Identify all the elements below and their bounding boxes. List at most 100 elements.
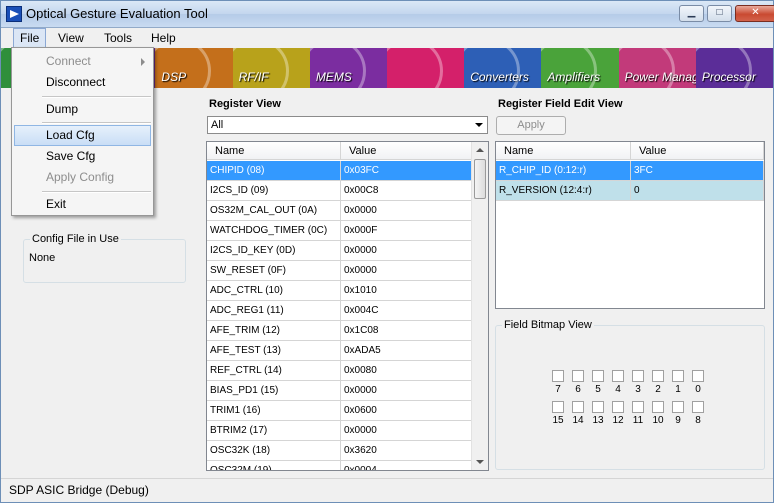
bit-checkbox[interactable] xyxy=(652,370,664,382)
register-row[interactable]: ADC_CTRL (10) 0x1010 xyxy=(207,281,473,301)
register-col-value[interactable]: Value xyxy=(341,142,473,160)
bit-label: 6 xyxy=(575,384,581,395)
register-row[interactable]: AFE_TEST (13) 0xADA5 xyxy=(207,341,473,361)
bit-checkbox[interactable] xyxy=(552,370,564,382)
bit-checkbox[interactable] xyxy=(632,370,644,382)
banner-tile: Converters xyxy=(464,48,542,88)
register-row[interactable]: BTRIM2 (17) 0x0000 xyxy=(207,421,473,441)
file-menu-item-label: Load Cfg xyxy=(46,128,95,142)
close-button[interactable]: ✕ xyxy=(735,5,774,22)
register-value-cell[interactable]: 0x0000 xyxy=(341,381,473,401)
maximize-button[interactable]: □ xyxy=(707,5,732,22)
register-row[interactable]: WATCHDOG_TIMER (0C) 0x000F xyxy=(207,221,473,241)
apply-button[interactable]: Apply xyxy=(496,116,566,135)
file-menu-item-exit[interactable]: Exit xyxy=(14,194,151,215)
field-row[interactable]: R_CHIP_ID (0:12:r) 3FC xyxy=(496,161,764,181)
bit-label: 12 xyxy=(612,415,624,426)
file-menu-item-connect: Connect xyxy=(14,51,151,72)
register-value-cell[interactable]: 0xADA5 xyxy=(341,341,473,361)
bit-checkbox[interactable] xyxy=(652,401,664,413)
register-row[interactable]: OSC32K (18) 0x3620 xyxy=(207,441,473,461)
file-menu-item-disconnect[interactable]: Disconnect xyxy=(14,72,151,93)
register-value-cell[interactable]: 0x0000 xyxy=(341,261,473,281)
register-value-cell[interactable]: 0x0000 xyxy=(341,421,473,441)
register-row[interactable]: AFE_TRIM (12) 0x1C08 xyxy=(207,321,473,341)
menu-tools[interactable]: Tools xyxy=(98,28,138,48)
banner-tile: RF/IF xyxy=(232,48,310,88)
register-value-cell[interactable]: 0x1C08 xyxy=(341,321,473,341)
register-value-cell[interactable]: 0x1010 xyxy=(341,281,473,301)
bit-checkbox[interactable] xyxy=(612,370,624,382)
register-row[interactable]: ADC_REG1 (11) 0x004C xyxy=(207,301,473,321)
title-bar[interactable]: Optical Gesture Evaluation Tool ▁ □ ✕ xyxy=(1,1,774,28)
scroll-up-icon[interactable] xyxy=(476,148,484,152)
minimize-button[interactable]: ▁ xyxy=(679,5,704,22)
bit-checkbox[interactable] xyxy=(572,401,584,413)
register-name-cell: REF_CTRL (14) xyxy=(207,361,341,381)
scroll-down-icon[interactable] xyxy=(476,460,484,464)
field-col-name[interactable]: Name xyxy=(496,142,631,160)
menu-view[interactable]: View xyxy=(52,28,90,48)
register-name-cell: WATCHDOG_TIMER (0C) xyxy=(207,221,341,241)
field-value-cell[interactable]: 3FC xyxy=(631,161,764,181)
bit-checkbox[interactable] xyxy=(552,401,564,413)
register-scrollbar[interactable] xyxy=(471,142,488,470)
bit-checkbox[interactable] xyxy=(632,401,644,413)
register-row[interactable]: I2CS_ID (09) 0x00C8 xyxy=(207,181,473,201)
register-name-cell: OSC32M (19) xyxy=(207,461,341,470)
bit-checkbox[interactable] xyxy=(592,401,604,413)
scroll-thumb[interactable] xyxy=(474,159,486,199)
file-menu-item-label: Save Cfg xyxy=(46,149,96,163)
bit-label: 0 xyxy=(695,384,701,395)
file-menu-item-save-cfg[interactable]: Save Cfg xyxy=(14,146,151,167)
bit-checkbox[interactable] xyxy=(672,370,684,382)
bit-checkbox[interactable] xyxy=(692,370,704,382)
file-menu-item-label: Apply Config xyxy=(46,170,115,184)
banner-tile xyxy=(387,48,465,88)
bit-checkbox[interactable] xyxy=(672,401,684,413)
field-bitmap-group: Field Bitmap View 7 6 5 4 3 2 1 0 15 14 13 12 11 10 9 8 xyxy=(495,319,765,470)
register-value-cell[interactable]: 0x0080 xyxy=(341,361,473,381)
menu-help[interactable]: Help xyxy=(145,28,182,48)
register-value-cell[interactable]: 0x0000 xyxy=(341,201,473,221)
register-row[interactable]: SW_RESET (0F) 0x0000 xyxy=(207,261,473,281)
banner-tile: DSP xyxy=(155,48,233,88)
bit-checkbox[interactable] xyxy=(612,401,624,413)
register-filter-select[interactable]: All xyxy=(207,116,488,134)
register-value-cell[interactable]: 0x00C8 xyxy=(341,181,473,201)
bit-checkbox[interactable] xyxy=(572,370,584,382)
register-value-cell[interactable]: 0x03FC xyxy=(341,161,473,181)
register-value-cell[interactable]: 0x0000 xyxy=(341,241,473,261)
register-value-cell[interactable]: 0x0600 xyxy=(341,401,473,421)
register-col-name[interactable]: Name xyxy=(207,142,341,160)
bit-label: 11 xyxy=(632,415,644,426)
register-row[interactable]: REF_CTRL (14) 0x0080 xyxy=(207,361,473,381)
register-value-cell[interactable]: 0x0004 xyxy=(341,461,473,470)
register-name-cell: AFE_TRIM (12) xyxy=(207,321,341,341)
bit-checkbox[interactable] xyxy=(592,370,604,382)
file-menu-item-dump[interactable]: Dump xyxy=(14,99,151,120)
field-col-value[interactable]: Value xyxy=(631,142,764,160)
bit-checkbox[interactable] xyxy=(692,401,704,413)
bit-label: 3 xyxy=(635,384,641,395)
file-menu-item-load-cfg[interactable]: Load Cfg xyxy=(14,125,151,146)
bit-label: 9 xyxy=(675,415,681,426)
register-value-cell[interactable]: 0x3620 xyxy=(341,441,473,461)
field-value-cell[interactable]: 0 xyxy=(631,181,764,201)
register-row[interactable]: I2CS_ID_KEY (0D) 0x0000 xyxy=(207,241,473,261)
register-row[interactable]: TRIM1 (16) 0x0600 xyxy=(207,401,473,421)
chevron-down-icon xyxy=(475,123,483,127)
register-row[interactable]: OS32M_CAL_OUT (0A) 0x0000 xyxy=(207,201,473,221)
register-row[interactable]: OSC32M (19) 0x0004 xyxy=(207,461,473,470)
bit-label: 1 xyxy=(675,384,681,395)
register-value-cell[interactable]: 0x004C xyxy=(341,301,473,321)
register-row[interactable]: BIAS_PD1 (15) 0x0000 xyxy=(207,381,473,401)
menu-file[interactable]: File xyxy=(13,28,47,48)
register-name-cell: BTRIM2 (17) xyxy=(207,421,341,441)
register-name-cell: ADC_REG1 (11) xyxy=(207,301,341,321)
register-value-cell[interactable]: 0x000F xyxy=(341,221,473,241)
field-row[interactable]: R_VERSION (12:4:r) 0 xyxy=(496,181,764,201)
register-row[interactable]: CHIPID (08) 0x03FC xyxy=(207,161,473,181)
bit-label: 5 xyxy=(595,384,601,395)
bit-label: 15 xyxy=(552,415,564,426)
